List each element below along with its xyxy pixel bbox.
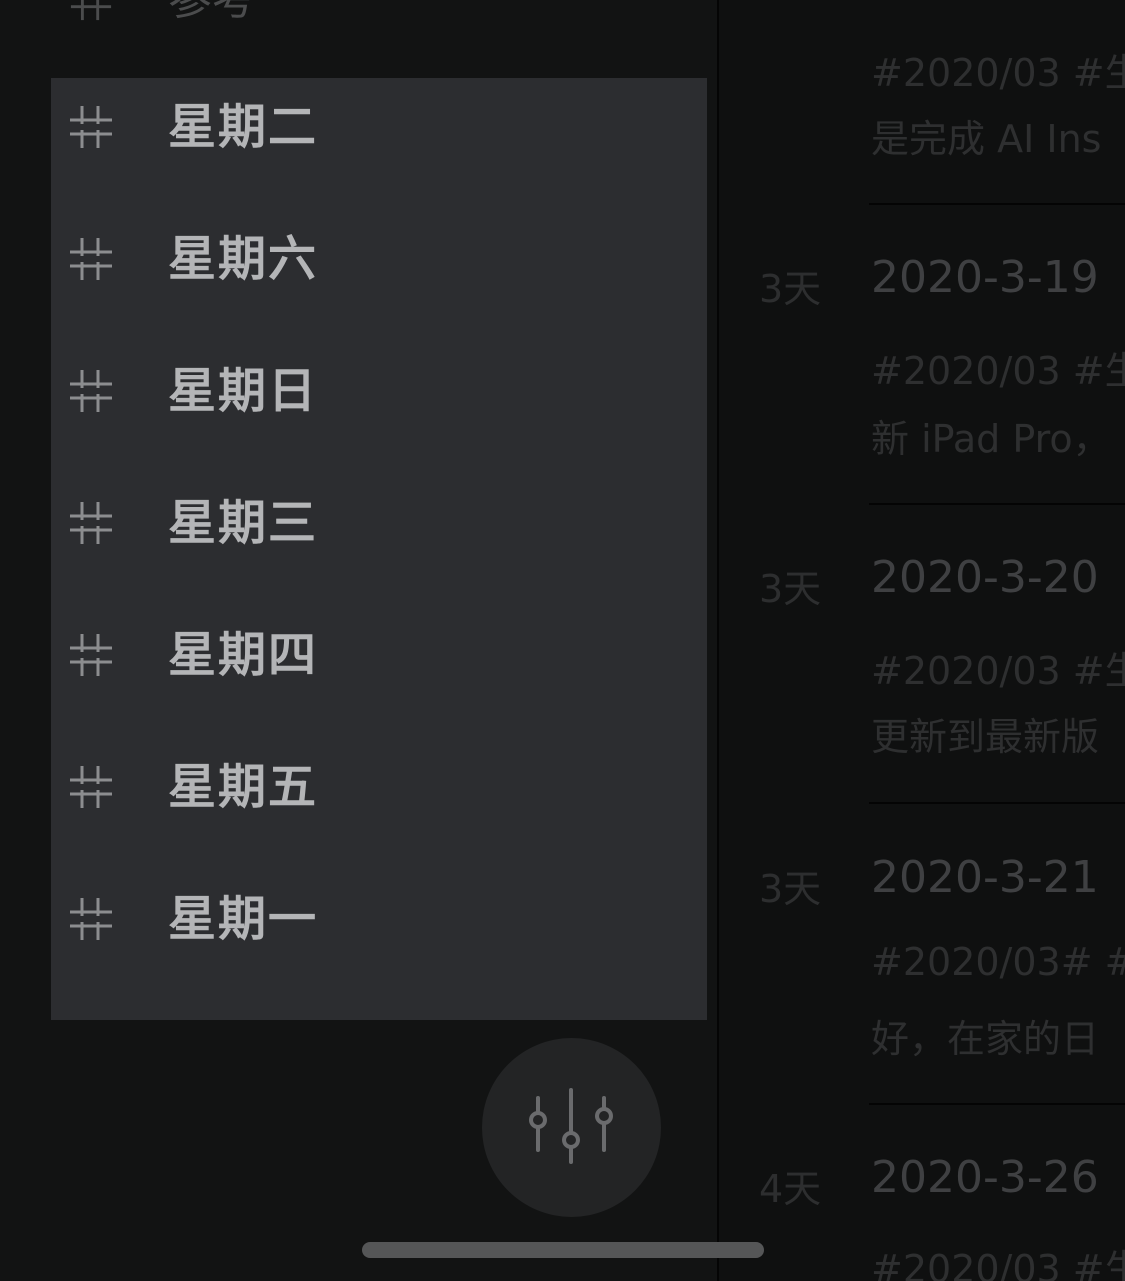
note-preview: 更新到最新版 (871, 715, 1100, 759)
tag-hash-icon (70, 898, 112, 940)
tag-hash-icon (70, 766, 112, 808)
note-list: #2020/03 #生 是完成 AI Ins 3天 2020-3-19 #202… (719, 0, 1125, 1281)
sidebar-item-sunday[interactable]: 星期日 (51, 342, 707, 474)
note-preview: 是完成 AI Ins (871, 117, 1102, 161)
note-tags: #2020/03 #生 (871, 51, 1125, 95)
reorder-tags-panel: 星期二 星期六 星期日 星期三 星期四 星期五 星期一 (51, 78, 707, 1020)
note-tags: #2020/03 #生 (871, 349, 1125, 393)
sliders-icon (529, 1088, 613, 1164)
note-title: 2020-3-26 (871, 1152, 1099, 1203)
note-age: 3天 (759, 867, 822, 911)
sidebar-item-label: 参考 (168, 0, 256, 22)
sidebar-item-tuesday[interactable]: 星期二 (51, 78, 707, 210)
sidebar-item-partial[interactable]: 参考 (0, 0, 700, 22)
sidebar-item-label: 星期二 (168, 99, 319, 155)
sidebar-item-wednesday[interactable]: 星期三 (51, 474, 707, 606)
sidebar-item-saturday[interactable]: 星期六 (51, 210, 707, 342)
sidebar-item-monday[interactable]: 星期一 (51, 870, 707, 1002)
note-tags: #2020/03 #生 (871, 1247, 1125, 1281)
tag-hash-icon (70, 634, 112, 676)
note-age: 3天 (759, 567, 822, 611)
tag-hash-icon (70, 0, 112, 21)
sidebar-item-friday[interactable]: 星期五 (51, 738, 707, 870)
note-tags: #2020/03# # (871, 940, 1125, 984)
note-title: 2020-3-21 (871, 852, 1099, 903)
list-separator (869, 203, 1125, 205)
filter-button[interactable] (482, 1038, 661, 1217)
note-title: 2020-3-20 (871, 552, 1099, 603)
list-separator (869, 1103, 1125, 1105)
note-age: 3天 (759, 267, 822, 311)
sidebar-item-label: 星期日 (168, 363, 319, 419)
list-separator (869, 802, 1125, 804)
sidebar-item-label: 星期五 (168, 759, 319, 815)
note-preview: 好，在家的日 (871, 1017, 1100, 1061)
home-indicator[interactable] (362, 1242, 764, 1258)
sidebar-item-thursday[interactable]: 星期四 (51, 606, 707, 738)
list-separator (869, 503, 1125, 505)
note-age: 4天 (759, 1167, 822, 1211)
sidebar-item-label: 星期一 (168, 891, 319, 947)
note-title: 2020-3-19 (871, 252, 1099, 303)
sidebar-item-label: 星期六 (168, 231, 319, 287)
tag-hash-icon (70, 106, 112, 148)
tag-hash-icon (70, 502, 112, 544)
tag-sidebar: 参考 星期二 星期六 (0, 0, 717, 1281)
tag-hash-icon (70, 370, 112, 412)
note-tags: #2020/03 #生 (871, 649, 1125, 693)
sidebar-item-label: 星期三 (168, 495, 319, 551)
tag-hash-icon (70, 238, 112, 280)
note-preview: 新 iPad Pro， (871, 417, 1111, 461)
sidebar-item-label: 星期四 (168, 627, 319, 683)
